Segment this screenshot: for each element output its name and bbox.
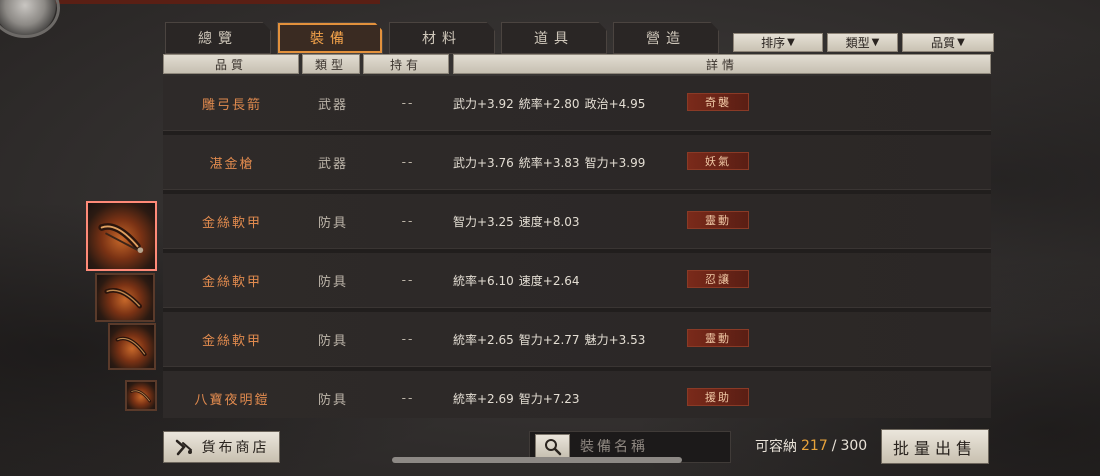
type-dropdown[interactable]: 類型 ▼ xyxy=(827,33,898,52)
chevron-down-icon: ▼ xyxy=(957,37,965,48)
table-row[interactable]: 金絲軟甲 防具 -- 統率+2.65 智力+2.77 魅力+3.53 靈動 xyxy=(163,312,991,367)
item-thumbnail[interactable] xyxy=(95,273,155,322)
item-owned: -- xyxy=(401,391,415,406)
capacity-max: 300 xyxy=(840,438,868,454)
quality-label: 品質 xyxy=(931,36,956,50)
item-type: 防具 xyxy=(317,275,348,290)
item-owned: -- xyxy=(401,155,415,170)
equipment-table: 雕弓長箭 武器 -- 武力+3.92 統率+2.80 政治+4.95 奇襲 湛金… xyxy=(163,76,991,418)
table-row[interactable]: 雕弓長箭 武器 -- 武力+3.92 統率+2.80 政治+4.95 奇襲 xyxy=(163,76,991,131)
chevron-down-icon: ▼ xyxy=(787,37,795,48)
tab-overview[interactable]: 總覽 xyxy=(165,22,271,54)
stat: 統率+6.10 xyxy=(453,274,514,288)
item-trait-badge: 忍讓 xyxy=(687,270,749,288)
item-owned: -- xyxy=(401,273,415,288)
batch-sell-button[interactable]: 批量出售 xyxy=(881,429,989,464)
column-header-quality[interactable]: 品質 xyxy=(163,54,299,74)
item-stats: 武力+3.92 統率+2.80 政治+4.95 xyxy=(453,76,683,131)
item-type: 防具 xyxy=(317,334,348,349)
item-name: 雕弓長箭 xyxy=(201,98,262,113)
item-name: 湛金槍 xyxy=(209,157,255,172)
chevron-down-icon: ▼ xyxy=(871,37,880,48)
item-owned: -- xyxy=(401,96,415,111)
stat: 智力+3.99 xyxy=(584,156,646,170)
column-header-details: 詳情 xyxy=(453,54,991,74)
shop-button[interactable]: 貨布商店 xyxy=(163,431,280,463)
stat: 智力+3.25 xyxy=(453,215,514,229)
item-trait-badge: 靈動 xyxy=(687,211,749,229)
stat: 統率+2.69 xyxy=(453,392,514,406)
item-name: 金絲軟甲 xyxy=(201,216,262,231)
column-header-type[interactable]: 類型 xyxy=(302,54,360,74)
item-stats: 武力+3.76 統率+3.83 智力+3.99 xyxy=(453,135,683,190)
capacity-readout: 可容納 217/300 xyxy=(755,436,867,456)
item-name: 金絲軟甲 xyxy=(201,334,262,349)
item-trait-badge: 援助 xyxy=(687,388,749,406)
stat: 智力+2.77 xyxy=(518,333,580,347)
item-name: 八寶夜明鎧 xyxy=(194,393,270,408)
bow-weapon-icon xyxy=(104,288,142,309)
stat: 統率+2.80 xyxy=(518,97,580,111)
item-trait-badge: 奇襲 xyxy=(687,93,749,111)
bow-weapon-icon xyxy=(130,389,152,403)
tab-materials[interactable]: 材料 xyxy=(389,22,495,54)
category-tabs: 總覽 裝備 材料 道具 營造 xyxy=(165,22,719,54)
capacity-label: 可容納 xyxy=(755,439,797,455)
item-owned: -- xyxy=(401,332,415,347)
item-trait-badge: 妖氣 xyxy=(687,152,749,170)
stat: 速度+2.64 xyxy=(518,274,580,288)
quality-dropdown[interactable]: 品質 ▼ xyxy=(902,33,994,52)
item-type: 防具 xyxy=(317,393,348,408)
capacity-current: 217 xyxy=(801,438,828,454)
type-label: 類型 xyxy=(845,36,870,50)
bow-weapon-icon xyxy=(115,336,147,357)
stat: 速度+8.03 xyxy=(518,215,580,229)
filter-bar: 排序 ▼ 類型 ▼ 品質 ▼ xyxy=(733,33,994,52)
table-row[interactable]: 八寶夜明鎧 防具 -- 統率+2.69 智力+7.23 援助 xyxy=(163,371,991,418)
table-row[interactable]: 金絲軟甲 防具 -- 智力+3.25 速度+8.03 靈動 xyxy=(163,194,991,249)
item-stats: 智力+3.25 速度+8.03 xyxy=(453,194,683,249)
item-stats: 統率+6.10 速度+2.64 xyxy=(453,253,683,308)
item-stats: 統率+2.65 智力+2.77 魅力+3.53 xyxy=(453,312,683,367)
item-type: 武器 xyxy=(317,98,348,113)
stat: 智力+7.23 xyxy=(518,392,580,406)
item-thumbnail-selected[interactable] xyxy=(86,201,157,271)
home-indicator[interactable] xyxy=(392,457,682,463)
item-type: 武器 xyxy=(317,157,348,172)
stat: 武力+3.92 xyxy=(453,97,514,111)
item-type: 防具 xyxy=(317,216,348,231)
item-trait-badge: 靈動 xyxy=(687,329,749,347)
item-thumbnail[interactable] xyxy=(125,380,157,411)
item-stats: 統率+2.69 智力+7.23 xyxy=(453,371,683,418)
stat: 政治+4.95 xyxy=(584,97,646,111)
shop-button-label: 貨布商店 xyxy=(201,440,270,456)
column-header-owned[interactable]: 持有 xyxy=(363,54,449,74)
stat: 統率+2.65 xyxy=(453,333,514,347)
capacity-separator: / xyxy=(831,438,837,454)
search-input[interactable] xyxy=(580,439,730,455)
item-owned: -- xyxy=(401,214,415,229)
table-row[interactable]: 金絲軟甲 防具 -- 統率+6.10 速度+2.64 忍讓 xyxy=(163,253,991,308)
sort-dropdown[interactable]: 排序 ▼ xyxy=(733,33,823,52)
shop-icon xyxy=(175,439,192,456)
stat: 武力+3.76 xyxy=(453,156,514,170)
item-name: 金絲軟甲 xyxy=(201,275,262,290)
table-row[interactable]: 湛金槍 武器 -- 武力+3.76 統率+3.83 智力+3.99 妖氣 xyxy=(163,135,991,190)
stat: 統率+3.83 xyxy=(518,156,580,170)
item-thumbnail[interactable] xyxy=(108,323,156,370)
search-icon xyxy=(544,439,561,456)
tab-items[interactable]: 道具 xyxy=(501,22,607,54)
tab-equipment[interactable]: 裝備 xyxy=(277,22,383,54)
tab-construction[interactable]: 營造 xyxy=(613,22,719,54)
sort-label: 排序 xyxy=(761,36,786,50)
stat: 魅力+3.53 xyxy=(584,333,646,347)
bow-weapon-icon xyxy=(98,223,144,253)
